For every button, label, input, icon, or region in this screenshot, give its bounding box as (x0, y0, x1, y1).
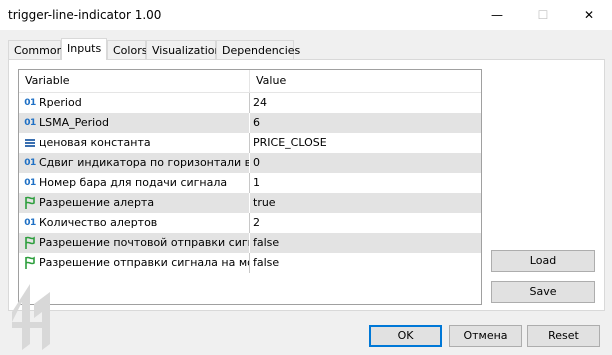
ok-button[interactable]: OK (369, 325, 442, 347)
minimize-icon: — (491, 8, 503, 22)
variable-name: Разрешение почтовой отправки сигн... (39, 236, 249, 249)
table-row[interactable]: 01 LSMA_Period 6 (19, 113, 481, 133)
variable-name: Rperiod (39, 96, 82, 109)
value-cell[interactable]: 1 (250, 173, 481, 193)
value-cell[interactable]: false (250, 253, 481, 273)
close-icon: ✕ (583, 8, 595, 22)
integer-icon: 01 (24, 98, 36, 108)
table-row[interactable]: 01 Rperiod 24 (19, 93, 481, 113)
variable-cell[interactable]: ценовая константа (19, 133, 249, 153)
table-row[interactable]: 01 Сдвиг индикатора по горизонтали в ... 0 (19, 153, 481, 173)
variable-cell[interactable]: 01 Количество алертов (19, 213, 249, 233)
table-row[interactable]: Разрешение отправки сигнала на моб... fal… (19, 253, 481, 273)
value-cell[interactable]: PRICE_CLOSE (250, 133, 481, 153)
window-title: trigger-line-indicator 1.00 (8, 8, 162, 22)
table-row[interactable]: Разрешение почтовой отправки сигн... fals… (19, 233, 481, 253)
bool-icon (24, 236, 36, 250)
variable-cell[interactable]: Разрешение алерта (19, 193, 249, 213)
column-header-value[interactable]: Value (250, 70, 481, 92)
bool-icon (24, 196, 36, 210)
variable-cell[interactable]: 01 Номер бара для подачи сигнала (19, 173, 249, 193)
integer-icon: 01 (24, 178, 36, 188)
integer-icon: 01 (24, 218, 36, 228)
table-row[interactable]: 01 Номер бара для подачи сигнала 1 (19, 173, 481, 193)
value-cell[interactable]: 0 (250, 153, 481, 173)
variable-name: Сдвиг индикатора по горизонтали в ... (39, 156, 249, 169)
value-cell[interactable]: true (250, 193, 481, 213)
column-header-variable[interactable]: Variable (19, 70, 249, 92)
reset-button[interactable]: Reset (527, 325, 600, 347)
close-button[interactable]: ✕ (566, 0, 612, 30)
inputs-grid: Variable Value 01 Rperiod 24 01 LSMA_Period 6… (18, 69, 482, 305)
integer-icon: 01 (24, 118, 36, 128)
value-cell[interactable]: 6 (250, 113, 481, 133)
maximize-button: ☐ (520, 0, 566, 30)
save-button[interactable]: Save (491, 281, 595, 303)
value-cell[interactable]: 24 (250, 93, 481, 113)
maximize-icon: ☐ (537, 8, 549, 22)
variable-name: Разрешение алерта (39, 196, 155, 209)
variable-name: ценовая константа (39, 136, 151, 149)
cancel-button[interactable]: Отмена (449, 325, 522, 347)
bool-icon (24, 256, 36, 270)
value-cell[interactable]: false (250, 233, 481, 253)
variable-name: LSMA_Period (39, 116, 109, 129)
variable-cell[interactable]: 01 Сдвиг индикатора по горизонтали в ... (19, 153, 249, 173)
integer-icon: 01 (24, 158, 36, 168)
tab-inputs[interactable]: Inputs (61, 38, 107, 60)
variable-name: Количество алертов (39, 216, 158, 229)
variable-name: Номер бара для подачи сигнала (39, 176, 228, 189)
minimize-button[interactable]: — (474, 0, 520, 30)
variable-cell[interactable]: 01 Rperiod (19, 93, 249, 113)
value-cell[interactable]: 2 (250, 213, 481, 233)
table-row[interactable]: 01 Количество алертов 2 (19, 213, 481, 233)
tab-dependencies[interactable]: Dependencies (216, 40, 300, 59)
variable-name: Разрешение отправки сигнала на моб... (39, 256, 249, 269)
grid-header: Variable Value (19, 70, 481, 93)
load-button[interactable]: Load (491, 250, 595, 272)
table-row[interactable]: ценовая константа PRICE_CLOSE (19, 133, 481, 153)
enum-icon (24, 136, 36, 150)
tab-visualization[interactable]: Visualization (146, 40, 221, 59)
variable-cell[interactable]: Разрешение отправки сигнала на моб... (19, 253, 249, 273)
table-row[interactable]: Разрешение алерта true (19, 193, 481, 213)
variable-cell[interactable]: 01 LSMA_Period (19, 113, 249, 133)
title-bar: trigger-line-indicator 1.00 — ☐ ✕ (0, 0, 612, 30)
variable-cell[interactable]: Разрешение почтовой отправки сигн... (19, 233, 249, 253)
tab-common[interactable]: Common (8, 40, 64, 59)
watermark-logo (12, 284, 50, 350)
tab-colors[interactable]: Colors (107, 40, 147, 59)
